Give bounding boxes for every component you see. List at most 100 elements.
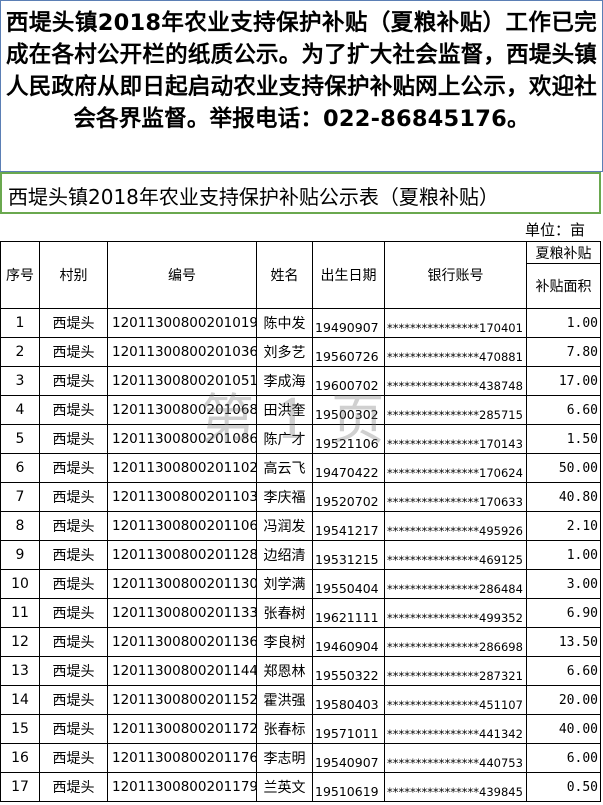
table-title: 西堤头镇2018年农业支持保护补贴公示表（夏粮补贴） [8, 185, 499, 209]
birth-date-cell: 19540907 [313, 744, 385, 773]
name-cell: 霍洪强 [257, 686, 313, 715]
bank-account-cell: ****************287321 [385, 657, 527, 686]
table-row: 14 西堤头 12011300800201152 霍洪强 19580403 *******… [0, 686, 601, 715]
code-cell: 12011300800201019 [108, 309, 257, 338]
bank-account-cell: ****************285715 [385, 396, 527, 425]
name-cell: 兰英文 [257, 773, 313, 802]
notice-box: 西堤头镇2018年农业支持保护补贴（夏粮补贴）工作已完成在各村公开栏的纸质公示。… [0, 0, 603, 172]
subsidy-area-cell: 3.00 [527, 570, 601, 599]
village-cell: 西堤头 [40, 483, 108, 512]
name-cell: 陈广才 [257, 425, 313, 454]
table-row: 2 西堤头 12011300800201036 刘多艺 19560726 ********… [0, 338, 601, 367]
table-row: 12 西堤头 12011300800201136 李良树 19460904 *******… [0, 628, 601, 657]
name-cell: 刘学满 [257, 570, 313, 599]
village-cell: 西堤头 [40, 570, 108, 599]
row-number: 8 [0, 512, 40, 541]
table-row: 8 西堤头 12011300800201106 冯润发 19541217 ********… [0, 512, 601, 541]
bank-account-cell: ****************170143 [385, 425, 527, 454]
row-number: 1 [0, 309, 40, 338]
code-cell: 12011300800201179 [108, 773, 257, 802]
table-row: 3 西堤头 12011300800201051 李成海 19600702 ********… [0, 367, 601, 396]
birth-date-cell: 19550322 [313, 657, 385, 686]
code-cell: 12011300800201172 [108, 715, 257, 744]
name-cell: 陈中发 [257, 309, 313, 338]
village-cell: 西堤头 [40, 686, 108, 715]
row-number: 7 [0, 483, 40, 512]
bank-account-cell: ****************469125 [385, 541, 527, 570]
subsidy-area-cell: 13.50 [527, 628, 601, 657]
bank-account-cell: ****************170401 [385, 309, 527, 338]
code-cell: 12011300800201051 [108, 367, 257, 396]
birth-date-cell: 19580403 [313, 686, 385, 715]
name-cell: 张春树 [257, 599, 313, 628]
table-row: 17 西堤头 12011300800201179 兰英文 19510619 *******… [0, 773, 601, 802]
birth-date-cell: 19571011 [313, 715, 385, 744]
bank-account-cell: ****************170633 [385, 483, 527, 512]
bank-account-cell: ****************438748 [385, 367, 527, 396]
bank-account-cell: ****************286698 [385, 628, 527, 657]
bank-account-cell: ****************439845 [385, 773, 527, 802]
unit-label: 单位：亩 [524, 221, 585, 239]
village-cell: 西堤头 [40, 773, 108, 802]
row-number: 16 [0, 744, 40, 773]
birth-date-cell: 19531215 [313, 541, 385, 570]
header-code: 编号 [108, 241, 257, 309]
code-cell: 12011300800201103 [108, 483, 257, 512]
row-number: 11 [0, 599, 40, 628]
village-cell: 西堤头 [40, 396, 108, 425]
row-number: 12 [0, 628, 40, 657]
bank-account-cell: ****************170624 [385, 454, 527, 483]
name-cell: 李庆福 [257, 483, 313, 512]
header-account: 银行账号 [385, 241, 527, 309]
village-cell: 西堤头 [40, 657, 108, 686]
bank-account-cell: ****************440753 [385, 744, 527, 773]
table-title-box: 西堤头镇2018年农业支持保护补贴公示表（夏粮补贴） [0, 172, 601, 214]
subsidy-area-cell: 2.10 [527, 512, 601, 541]
header-no: 序号 [0, 241, 40, 309]
code-cell: 12011300800201176 [108, 744, 257, 773]
subsidy-area-cell: 0.50 [527, 773, 601, 802]
code-cell: 12011300800201144 [108, 657, 257, 686]
birth-date-cell: 19520702 [313, 483, 385, 512]
subsidy-area-cell: 20.00 [527, 686, 601, 715]
village-cell: 西堤头 [40, 599, 108, 628]
table-row: 5 西堤头 12011300800201086 陈广才 19521106 ********… [0, 425, 601, 454]
code-cell: 12011300800201133 [108, 599, 257, 628]
code-cell: 12011300800201106 [108, 512, 257, 541]
birth-date-cell: 19490907 [313, 309, 385, 338]
birth-date-cell: 19460904 [313, 628, 385, 657]
row-number: 4 [0, 396, 40, 425]
table-row: 6 西堤头 12011300800201102 高云飞 19470422 ********… [0, 454, 601, 483]
bank-account-cell: ****************470881 [385, 338, 527, 367]
birth-date-cell: 19600702 [313, 367, 385, 396]
bank-account-cell: ****************441342 [385, 715, 527, 744]
table-row: 7 西堤头 12011300800201103 李庆福 19520702 ********… [0, 483, 601, 512]
row-number: 14 [0, 686, 40, 715]
header-summer-grain-subsidy: 夏粮补贴 [527, 241, 601, 264]
bank-account-cell: ****************495926 [385, 512, 527, 541]
table-row: 15 西堤头 12011300800201172 张春标 19571011 *******… [0, 715, 601, 744]
table-row: 1 西堤头 12011300800201019 陈中发 19490907 ********… [0, 309, 601, 338]
table-row: 11 西堤头 12011300800201133 张春树 19621111 *******… [0, 599, 601, 628]
subsidy-area-cell: 40.80 [527, 483, 601, 512]
header-dob: 出生日期 [313, 241, 385, 309]
name-cell: 高云飞 [257, 454, 313, 483]
birth-date-cell: 19500302 [313, 396, 385, 425]
name-cell: 张春标 [257, 715, 313, 744]
village-cell: 西堤头 [40, 715, 108, 744]
row-number: 17 [0, 773, 40, 802]
village-cell: 西堤头 [40, 512, 108, 541]
name-cell: 边绍清 [257, 541, 313, 570]
birth-date-cell: 19521106 [313, 425, 385, 454]
code-cell: 12011300800201152 [108, 686, 257, 715]
row-number: 2 [0, 338, 40, 367]
code-cell: 12011300800201128 [108, 541, 257, 570]
birth-date-cell: 19510619 [313, 773, 385, 802]
code-cell: 12011300800201086 [108, 425, 257, 454]
row-number: 6 [0, 454, 40, 483]
birth-date-cell: 19621111 [313, 599, 385, 628]
village-cell: 西堤头 [40, 454, 108, 483]
code-cell: 12011300800201068 [108, 396, 257, 425]
header-name: 姓名 [257, 241, 313, 309]
code-cell: 12011300800201130 [108, 570, 257, 599]
